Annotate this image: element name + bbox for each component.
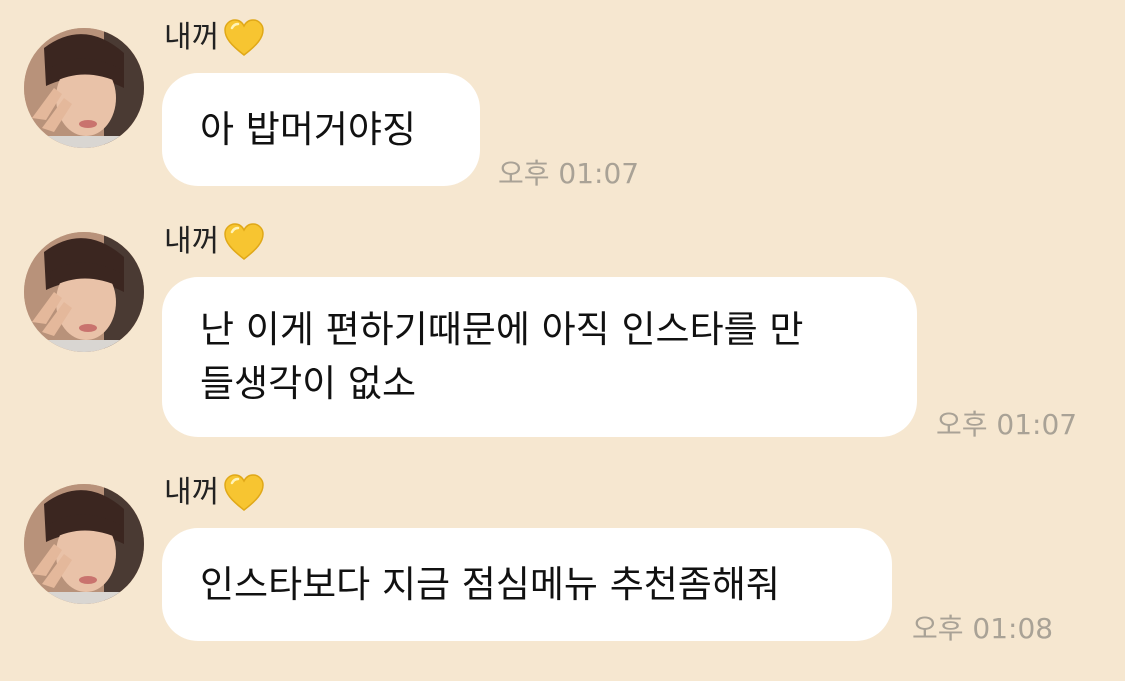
sender-name-text: 내꺼 xyxy=(164,20,220,55)
sender-name: 내꺼 xyxy=(164,18,265,58)
message-bubble[interactable]: 인스타보다 지금 점심메뉴 추천좀해줘 xyxy=(162,528,892,641)
yellow-heart-icon xyxy=(224,223,264,260)
sender-name: 내꺼 xyxy=(164,473,265,513)
sender-name-text: 내꺼 xyxy=(164,475,220,510)
chat-room: 내꺼 아 밥머거야징 오후 01:07 내꺼 난 이게 편하기때문에 아직 인스… xyxy=(0,0,1125,681)
yellow-heart-icon xyxy=(224,19,264,56)
message-timestamp: 오후 01:07 xyxy=(498,157,640,190)
message-timestamp: 오후 01:07 xyxy=(936,408,1078,441)
message-bubble[interactable]: 난 이게 편하기때문에 아직 인스타를 만 들생각이 없소 xyxy=(162,277,917,437)
message-bubble[interactable]: 아 밥머거야징 xyxy=(162,73,480,186)
avatar[interactable] xyxy=(24,484,144,604)
sender-name: 내꺼 xyxy=(164,222,265,262)
message-timestamp: 오후 01:08 xyxy=(912,612,1054,645)
sender-name-text: 내꺼 xyxy=(164,224,220,259)
avatar[interactable] xyxy=(24,28,144,148)
yellow-heart-icon xyxy=(224,474,264,511)
avatar[interactable] xyxy=(24,232,144,352)
